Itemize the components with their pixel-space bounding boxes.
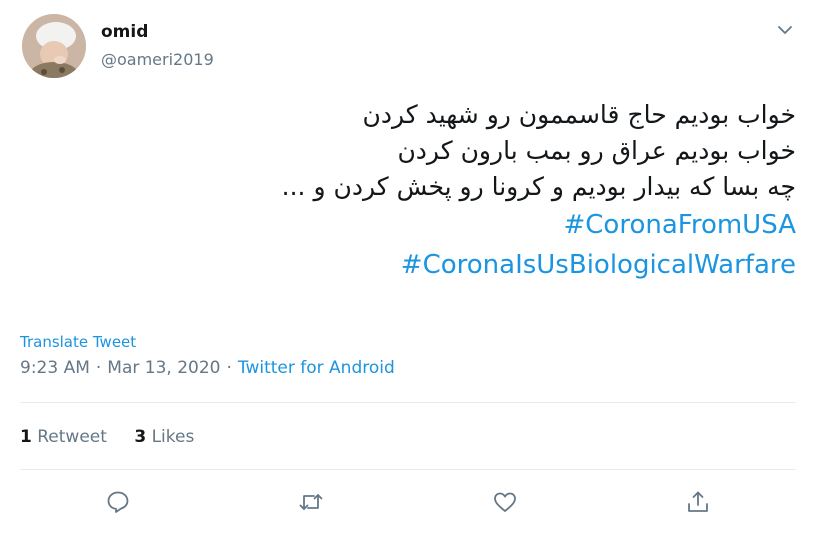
meta-separator: · <box>226 358 232 378</box>
likes-stat[interactable]: 3 Likes <box>134 427 194 447</box>
tweet-line: خواب بودیم حاج قاسممون رو شهید کردن <box>362 100 796 129</box>
tweet-date[interactable]: Mar 13, 2020 <box>107 358 220 378</box>
tweet-time[interactable]: 9:23 AM <box>20 358 90 378</box>
tweet-source-link[interactable]: Twitter for Android <box>238 358 395 378</box>
share-icon[interactable] <box>685 489 711 515</box>
hashtag-link[interactable]: #CoronaIsUsBiologicalWarfare <box>96 245 796 285</box>
avatar-image <box>22 14 86 78</box>
heart-icon[interactable] <box>492 489 518 515</box>
retweets-label: Retweet <box>37 427 107 447</box>
avatar[interactable] <box>22 14 86 78</box>
likes-count: 3 <box>134 427 147 447</box>
likes-label: Likes <box>151 427 195 447</box>
retweets-count: 1 <box>20 427 32 447</box>
author-name[interactable]: omid <box>101 22 148 42</box>
tweet-line: چه بسا که بیدار بودیم و کرونا رو پخش کرد… <box>281 172 796 201</box>
retweets-stat[interactable]: 1 Retweet <box>20 427 107 447</box>
translate-tweet-link[interactable]: Translate Tweet <box>20 333 136 351</box>
tweet-meta: 9:23 AM · Mar 13, 2020 · Twitter for Android <box>20 358 395 378</box>
reply-icon[interactable] <box>105 489 131 515</box>
meta-separator: · <box>95 358 102 378</box>
tweet-card: omid @oameri2019 خواب بودیم حاج قاسممون … <box>0 0 816 535</box>
tweet-line: خواب بودیم عراق رو بمب بارون کردن <box>397 136 796 165</box>
divider <box>20 469 796 470</box>
chevron-down-icon[interactable] <box>775 20 795 40</box>
tweet-stats: 1 Retweet 3 Likes <box>20 427 216 447</box>
author-handle[interactable]: @oameri2019 <box>101 50 214 69</box>
divider <box>20 402 796 403</box>
retweet-icon[interactable] <box>298 489 324 515</box>
hashtag-link[interactable]: #CoronaFromUSA <box>96 205 796 245</box>
tweet-text: خواب بودیم حاج قاسممون رو شهید کردن خواب… <box>96 97 796 285</box>
